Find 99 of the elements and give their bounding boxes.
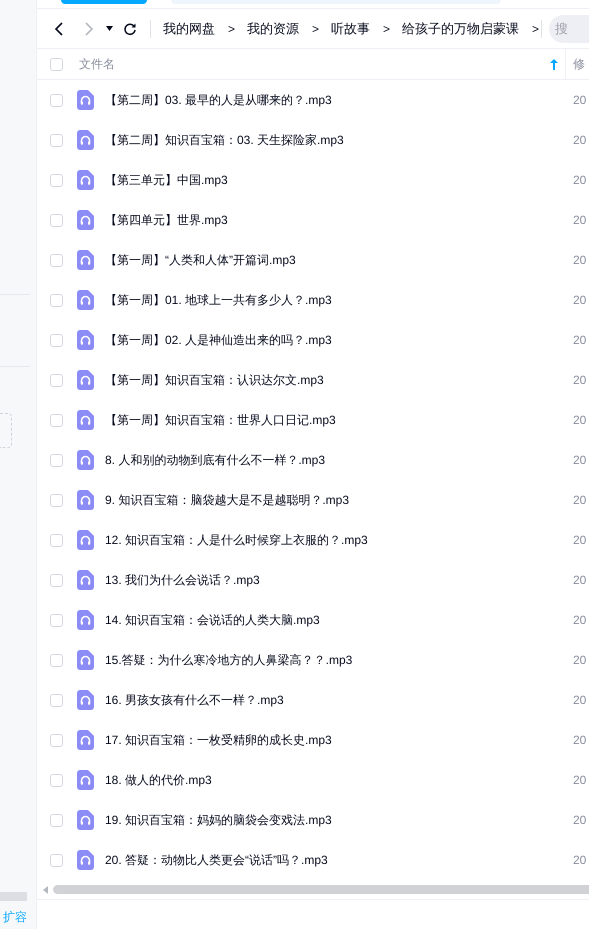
date-cell-text: 20 xyxy=(573,212,588,229)
checkbox[interactable] xyxy=(50,374,63,386)
scrollbar-thumb[interactable] xyxy=(53,885,589,894)
date-cell-text: 20 xyxy=(573,732,588,749)
file-name[interactable]: 18. 做人的代价.mp3 xyxy=(105,771,569,789)
date-cell-text: 20 xyxy=(573,172,588,189)
date-cell-text: 20 xyxy=(573,292,588,309)
breadcrumb-separator: > xyxy=(228,20,236,38)
date-cell-text: 20 xyxy=(573,372,588,389)
audio-file-icon xyxy=(77,250,94,270)
date-cell-text: 20 xyxy=(573,252,588,269)
file-name[interactable]: 【第三单元】中国.mp3 xyxy=(105,171,569,189)
checkbox[interactable] xyxy=(50,214,63,226)
date-cell-text: 20 xyxy=(573,812,588,829)
audio-file-icon xyxy=(77,410,94,430)
date-cell-text: 20 xyxy=(573,452,588,469)
checkbox[interactable] xyxy=(50,654,63,666)
audio-file-icon xyxy=(77,370,94,390)
file-name[interactable]: 14. 知识百宝箱：会说话的人类大脑.mp3 xyxy=(105,611,569,629)
breadcrumb-separator: > xyxy=(383,20,390,38)
audio-file-icon xyxy=(77,770,94,790)
file-name[interactable]: 【第一周】01. 地球上一共有多少人？.mp3 xyxy=(105,291,569,309)
file-name[interactable]: 20. 答疑：动物比人类更会“说话”吗？.mp3 xyxy=(105,851,569,869)
checkbox[interactable] xyxy=(50,614,63,626)
forward-icon[interactable] xyxy=(84,22,94,36)
checkbox[interactable] xyxy=(50,774,63,786)
audio-file-icon xyxy=(77,730,94,750)
date-cell-text: 20 xyxy=(573,692,588,709)
audio-file-icon xyxy=(77,690,94,710)
upload-button[interactable] xyxy=(61,0,147,4)
checkbox[interactable] xyxy=(50,294,63,306)
checkbox[interactable] xyxy=(50,534,63,546)
file-name[interactable]: 【第二周】知识百宝箱：03. 天生探险家.mp3 xyxy=(105,131,569,149)
checkbox[interactable] xyxy=(50,134,63,146)
file-name[interactable]: 9. 知识百宝箱：脑袋越大是不是越聪明？.mp3 xyxy=(105,491,569,509)
checkbox[interactable] xyxy=(50,94,63,106)
file-name[interactable]: 13. 我们为什么会说话？.mp3 xyxy=(105,571,569,589)
file-name[interactable]: 15.答疑：为什么寒冷地方的人鼻梁高？？.mp3 xyxy=(105,651,569,669)
audio-file-icon xyxy=(77,850,94,870)
date-cell-text: 20 xyxy=(573,412,588,429)
date-cell-text: 20 xyxy=(573,772,588,789)
refresh-icon[interactable] xyxy=(123,22,137,36)
audio-file-icon xyxy=(77,530,94,550)
sort-arrow-icon[interactable] xyxy=(550,58,558,70)
audio-file-icon xyxy=(77,810,94,830)
date-cell-text: 20 xyxy=(573,612,588,629)
file-name[interactable]: 19. 知识百宝箱：妈妈的脑袋会变戏法.mp3 xyxy=(105,811,569,829)
file-name[interactable]: 【第一周】知识百宝箱：世界人口日记.mp3 xyxy=(105,411,569,429)
checkbox[interactable] xyxy=(50,854,63,866)
date-cell-text: 20 xyxy=(573,652,588,669)
breadcrumb-separator: > xyxy=(312,20,320,38)
scroll-left-icon[interactable] xyxy=(43,886,48,894)
file-name[interactable]: 【第一周】知识百宝箱：认识达尔文.mp3 xyxy=(105,371,569,389)
audio-file-icon xyxy=(77,130,94,150)
breadcrumb-link[interactable]: 听故事 xyxy=(331,18,370,38)
file-name[interactable]: 12. 知识百宝箱：人是什么时候穿上衣服的？.mp3 xyxy=(105,531,569,549)
audio-file-icon xyxy=(77,210,94,230)
checkbox[interactable] xyxy=(50,254,63,266)
date-cell-text: 20 xyxy=(573,492,588,509)
file-name[interactable]: 【第一周】“人类和人体”开篇词.mp3 xyxy=(105,251,569,269)
date-cell-text: 20 xyxy=(573,852,588,869)
file-name[interactable]: 【第四单元】世界.mp3 xyxy=(105,211,569,229)
file-name[interactable]: 【第二周】03. 最早的人是从哪来的？.mp3 xyxy=(105,91,569,109)
back-icon[interactable] xyxy=(54,22,64,36)
audio-file-icon xyxy=(77,450,94,470)
date-cell-text: 20 xyxy=(573,332,588,349)
audio-file-icon xyxy=(77,570,94,590)
dropdown-icon[interactable] xyxy=(106,26,113,31)
checkbox[interactable] xyxy=(50,334,63,346)
checkbox[interactable] xyxy=(50,494,63,506)
audio-file-icon xyxy=(77,330,94,350)
checkbox[interactable] xyxy=(50,814,63,826)
audio-file-icon xyxy=(77,650,94,670)
audio-file-icon xyxy=(77,90,94,110)
breadcrumb-link[interactable]: 我的资源 xyxy=(247,18,300,38)
breadcrumb-link[interactable]: 我的网盘 xyxy=(163,18,215,38)
audio-file-icon xyxy=(77,290,94,310)
file-name[interactable]: 【第一周】02. 人是神仙造出来的吗？.mp3 xyxy=(105,331,569,349)
audio-file-icon xyxy=(77,170,94,190)
checkbox[interactable] xyxy=(50,574,63,586)
dashed-box xyxy=(0,413,12,448)
date-cell-text: 20 xyxy=(573,132,588,149)
audio-file-icon xyxy=(77,490,94,510)
breadcrumb-link[interactable]: 给孩子的万物启蒙课 xyxy=(402,18,520,38)
file-name[interactable]: 8. 人和别的动物到底有什么不一样？.mp3 xyxy=(105,451,569,469)
date-cell-text: 20 xyxy=(573,572,588,589)
checkbox[interactable] xyxy=(50,174,63,186)
file-name[interactable]: 17. 知识百宝箱：一枚受精卵的成长史.mp3 xyxy=(105,731,569,749)
storage-bar xyxy=(0,892,27,901)
checkbox[interactable] xyxy=(50,454,63,466)
checkbox[interactable] xyxy=(50,58,63,70)
file-name[interactable]: 16. 男孩女孩有什么不一样？.mp3 xyxy=(105,691,569,709)
checkbox[interactable] xyxy=(50,734,63,746)
breadcrumb-separator: > xyxy=(532,20,540,38)
date-cell-text: 20 xyxy=(573,92,588,109)
audio-file-icon xyxy=(77,610,94,630)
date-cell-text: 20 xyxy=(573,532,588,549)
checkbox[interactable] xyxy=(50,694,63,706)
checkbox[interactable] xyxy=(50,414,63,426)
